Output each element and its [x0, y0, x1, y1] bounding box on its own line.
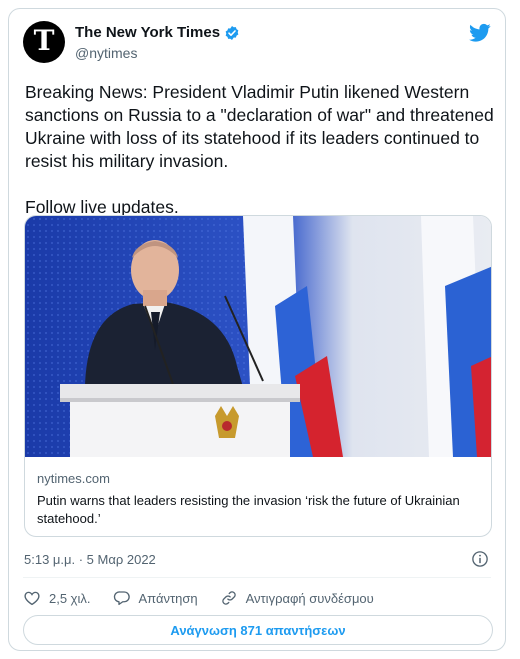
- tweet-timestamp[interactable]: 5:13 μ.μ. · 5 Μαρ 2022: [24, 552, 156, 567]
- author-name-row[interactable]: The New York Times: [75, 24, 240, 41]
- link-domain: nytimes.com: [37, 471, 110, 486]
- divider: [23, 577, 491, 578]
- tweet-body: Breaking News: President Vladimir Putin …: [25, 82, 494, 171]
- link-icon: [221, 591, 236, 605]
- author-handle[interactable]: @nytimes: [75, 45, 137, 61]
- tweet-text: Breaking News: President Vladimir Putin …: [25, 81, 495, 219]
- copy-link-button[interactable]: Αντιγραφή συνδέσμου: [220, 589, 374, 607]
- read-replies-button[interactable]: Ανάγνωση 871 απαντήσεων: [23, 615, 493, 645]
- action-bar: 2,5 χιλ. Απάντηση Αντιγραφή συνδέσμου: [23, 587, 396, 609]
- like-count: 2,5 χιλ.: [49, 590, 91, 606]
- link-card[interactable]: nytimes.com Putin warns that leaders res…: [24, 215, 492, 537]
- author-name[interactable]: The New York Times: [75, 24, 220, 41]
- avatar[interactable]: T: [23, 21, 65, 63]
- like-button[interactable]: 2,5 χιλ.: [23, 589, 91, 607]
- verified-badge-icon: [225, 25, 239, 40]
- twitter-bird-icon[interactable]: [469, 23, 491, 43]
- reply-icon: [113, 591, 130, 606]
- reply-label: Απάντηση: [138, 590, 198, 606]
- tweet-header: T The New York Times @nytimes: [23, 21, 491, 67]
- avatar-glyph: T: [33, 24, 55, 57]
- link-card-image[interactable]: [25, 216, 492, 457]
- heart-icon: [24, 591, 40, 606]
- info-icon[interactable]: [471, 550, 489, 568]
- reply-button[interactable]: Απάντηση: [113, 589, 198, 607]
- link-title: Putin warns that leaders resisting the i…: [37, 493, 460, 526]
- copy-link-label: Αντιγραφή συνδέσμου: [245, 590, 374, 606]
- tweet-card[interactable]: T The New York Times @nytimes Breaking N…: [8, 8, 506, 651]
